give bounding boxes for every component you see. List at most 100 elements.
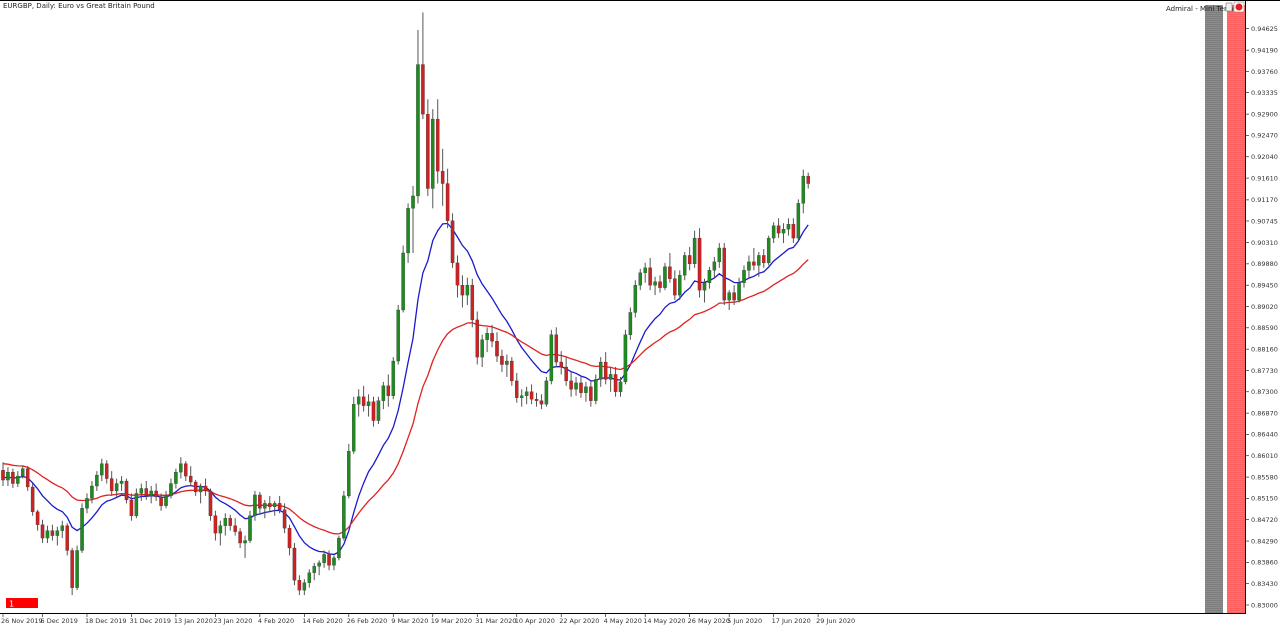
price-tick-label: 0.93335 (1251, 89, 1278, 97)
candle (351, 396, 356, 454)
candle-body (564, 366, 568, 382)
candle-body (228, 518, 232, 526)
candle-body (124, 480, 129, 501)
candle-body (801, 175, 806, 204)
candle-body (119, 480, 124, 484)
candle (623, 329, 628, 385)
candle-body (258, 494, 262, 509)
candle-body (554, 334, 559, 363)
candle-body (149, 490, 153, 497)
candle-body (762, 255, 766, 264)
candle-body (35, 511, 40, 525)
candle-body (65, 525, 69, 551)
candle-body (213, 515, 218, 534)
time-tick-label: 6 Dec 2019 (41, 617, 78, 625)
candle (470, 278, 475, 328)
candle (663, 262, 667, 291)
candle-body (243, 540, 247, 544)
candle-body (426, 113, 430, 189)
price-tick-label: 0.93760 (1251, 68, 1278, 76)
candle-body (159, 496, 163, 506)
candle-body (495, 341, 499, 357)
candle-body (781, 229, 786, 234)
price-tick-label: 0.91610 (1251, 174, 1278, 182)
candle-body (1, 469, 5, 481)
candle-body (90, 485, 94, 499)
candle-body (524, 391, 529, 396)
candle (396, 305, 400, 365)
candle (722, 243, 726, 306)
price-tick-label: 0.94625 (1251, 25, 1278, 33)
candle (342, 490, 346, 541)
price-tick-label: 0.86440 (1251, 431, 1278, 439)
candle (347, 443, 351, 499)
candle-body (663, 266, 667, 288)
candle-body (603, 361, 608, 380)
candle-body (633, 285, 638, 313)
price-tick-label: 0.84290 (1251, 537, 1278, 545)
candle-body (584, 386, 588, 393)
candle-body (598, 361, 603, 380)
candle-body (697, 237, 702, 291)
time-tick-label: 19 Mar 2020 (431, 617, 472, 625)
candle-body (21, 468, 25, 477)
candle (80, 503, 84, 553)
candle-body (722, 247, 726, 301)
time-tick-label: 14 May 2020 (643, 617, 685, 625)
candle-body (184, 463, 188, 477)
time-tick-label: 17 Jun 2020 (772, 617, 811, 625)
candle (248, 510, 252, 544)
price-tick-label: 0.83430 (1251, 580, 1278, 588)
price-tick-label: 0.85150 (1251, 495, 1278, 503)
candle-body (114, 483, 119, 492)
price-tick-label: 0.87730 (1251, 367, 1278, 375)
one-click-trading-badge-label: 1 (9, 600, 14, 609)
candle-body (445, 183, 450, 221)
chart-title: EURGBP, Daily: Euro vs Great Britain Pou… (3, 2, 155, 10)
candle-body (569, 380, 573, 390)
price-tick-label: 0.87300 (1251, 388, 1278, 396)
candle-body (549, 334, 554, 382)
candle-body (203, 485, 208, 492)
candle-body (653, 281, 657, 286)
candle-body (702, 282, 707, 291)
candle (633, 280, 638, 318)
candle (450, 213, 455, 268)
candle-body (60, 525, 65, 531)
candle-body (717, 247, 722, 263)
one-click-trading-badge[interactable]: 1 (6, 598, 38, 609)
candle-body (332, 557, 336, 566)
price-chart[interactable]: 0.94625 0.94190 0.93760 0.93335 0.92900 0.924… (0, 0, 1280, 628)
time-tick-label: 10 Apr 2020 (515, 617, 555, 625)
candle-body (465, 285, 470, 296)
smiley-icon (1235, 3, 1243, 11)
candle-body (268, 503, 272, 507)
candle-body (366, 401, 371, 406)
candle-body (411, 195, 415, 209)
candle-body (534, 399, 539, 401)
candle-body (643, 267, 647, 273)
expert-advisor-button[interactable] (1225, 1, 1245, 13)
candle-body (737, 282, 741, 301)
chart-background (0, 0, 1280, 628)
time-tick-label: 5 Jun 2020 (727, 617, 762, 625)
candle-body (139, 488, 144, 494)
candle-body (742, 270, 746, 283)
candle-body (460, 285, 465, 296)
time-tick-label: 26 May 2020 (688, 617, 730, 625)
candle-body (381, 385, 386, 401)
price-tick-label: 0.88590 (1251, 324, 1278, 332)
candle-body (529, 391, 534, 400)
candle-body (50, 530, 55, 536)
candle-body (450, 220, 455, 264)
price-tick-label: 0.94190 (1251, 46, 1278, 54)
candle (75, 545, 79, 591)
candle-body (25, 468, 30, 488)
price-tick-label: 0.84720 (1251, 516, 1278, 524)
candle-body (70, 550, 74, 588)
time-tick-label: 23 Jan 2020 (213, 617, 252, 625)
candle-body (40, 524, 45, 539)
price-tick-label: 0.86870 (1251, 409, 1278, 417)
candle-body (435, 118, 440, 172)
candle-body (628, 312, 633, 335)
